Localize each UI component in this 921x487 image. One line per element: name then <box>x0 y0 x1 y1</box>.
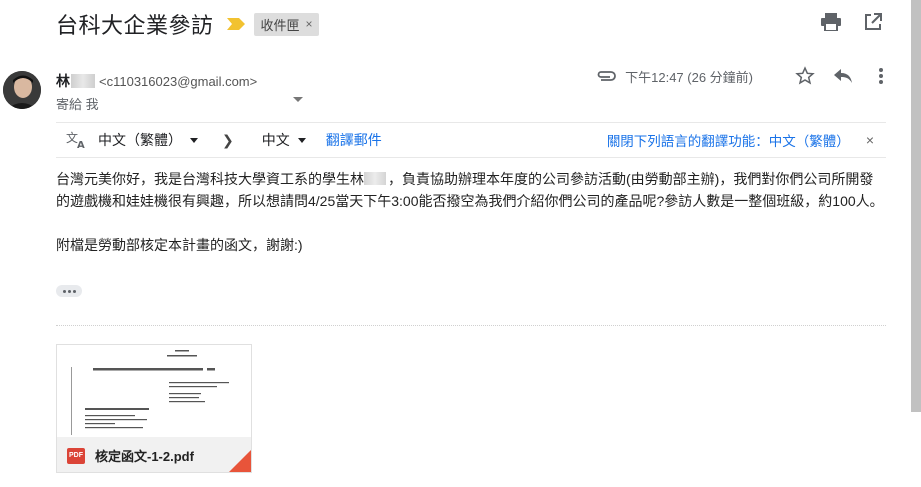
label-remove-button[interactable]: × <box>306 17 313 31</box>
subject-row: 台科大企業參訪 收件匣 × <box>56 8 319 40</box>
redacted-name-inline <box>364 172 386 185</box>
translate-controls: 文 A 中文（繁體） ❯ 中文 翻譯郵件 <box>56 130 382 150</box>
dot-icon <box>62 289 66 293</box>
email-subject: 台科大企業參訪 <box>56 13 214 38</box>
important-marker-icon[interactable] <box>226 17 246 31</box>
translate-message-link[interactable]: 翻譯郵件 <box>326 130 382 150</box>
message-meta: 下午12:47 (26 分鐘前) <box>577 66 891 86</box>
recipient-text: 寄給 我 <box>56 97 99 112</box>
attachment-paperclip-icon <box>595 66 617 86</box>
attachments-divider <box>56 325 886 326</box>
body-paragraph-1: 台灣元美你好，我是台灣科技大學資工系的學生林 ，負責協助辦理本年度的公司參訪活動(… <box>56 168 886 212</box>
reply-icon[interactable] <box>833 66 853 86</box>
top-actions <box>821 12 883 32</box>
source-language-label: 中文（繁體） <box>98 132 182 148</box>
target-language-label: 中文 <box>261 132 290 148</box>
page-fold-corner <box>229 450 251 472</box>
recipient-line: 寄給 我 <box>56 94 99 113</box>
pdf-file-icon: PDF <box>67 447 85 464</box>
translate-icon: 文 A <box>66 130 88 150</box>
sender-avatar[interactable] <box>3 71 41 109</box>
target-language-select[interactable]: 中文 <box>262 130 306 150</box>
body-text-segment: 台灣元美你好，我是台灣科技大學資工系的學生林 <box>56 171 364 187</box>
svg-text:A: A <box>77 140 85 149</box>
message-timestamp: 下午12:47 (26 分鐘前) <box>625 69 753 85</box>
close-translate-bar-button[interactable]: × <box>866 132 874 148</box>
sender-email: <c110316023@gmail.com> <box>99 73 258 89</box>
translate-bar: 文 A 中文（繁體） ❯ 中文 翻譯郵件 關閉下列語言的翻譯功能：中文（繁體） … <box>56 122 886 158</box>
attachment-footer: PDF 核定函文-1-2.pdf <box>57 437 251 472</box>
attachment-card[interactable]: PDF 核定函文-1-2.pdf <box>56 344 252 473</box>
label-chip-text: 收件匣 <box>260 17 300 33</box>
chevron-down-icon <box>297 137 306 143</box>
show-details-caret-icon[interactable] <box>293 97 303 102</box>
chevron-down-icon <box>190 137 198 143</box>
source-language-select[interactable]: 中文（繁體） <box>98 130 198 150</box>
sender-name[interactable]: 林 <box>56 71 70 91</box>
translate-off-controls: 關閉下列語言的翻譯功能：中文（繁體） × <box>607 130 886 150</box>
star-icon[interactable] <box>795 66 815 86</box>
attachment-preview-thumbnail <box>57 345 251 437</box>
attachment-filename: 核定函文-1-2.pdf <box>95 449 194 464</box>
redacted-name-block <box>71 74 95 88</box>
scrollbar[interactable] <box>911 0 921 412</box>
print-icon[interactable] <box>821 12 841 32</box>
open-new-window-icon[interactable] <box>863 12 883 32</box>
dot-icon <box>72 289 76 293</box>
dot-icon <box>67 289 71 293</box>
body-paragraph-2: 附檔是勞動部核定本計畫的函文，謝謝:) <box>56 237 303 253</box>
label-chip-inbox: 收件匣 × <box>253 12 319 36</box>
sender-line: 林 <c110316023@gmail.com> <box>56 71 257 91</box>
turn-off-translation-link[interactable]: 關閉下列語言的翻譯功能：中文（繁體） <box>607 130 850 150</box>
show-trimmed-content-button[interactable] <box>56 285 82 297</box>
message-body: 台灣元美你好，我是台灣科技大學資工系的學生林 ，負責協助辦理本年度的公司參訪活動(… <box>56 168 886 256</box>
more-options-icon[interactable] <box>871 66 891 86</box>
chevron-right-icon: ❯ <box>222 131 234 148</box>
